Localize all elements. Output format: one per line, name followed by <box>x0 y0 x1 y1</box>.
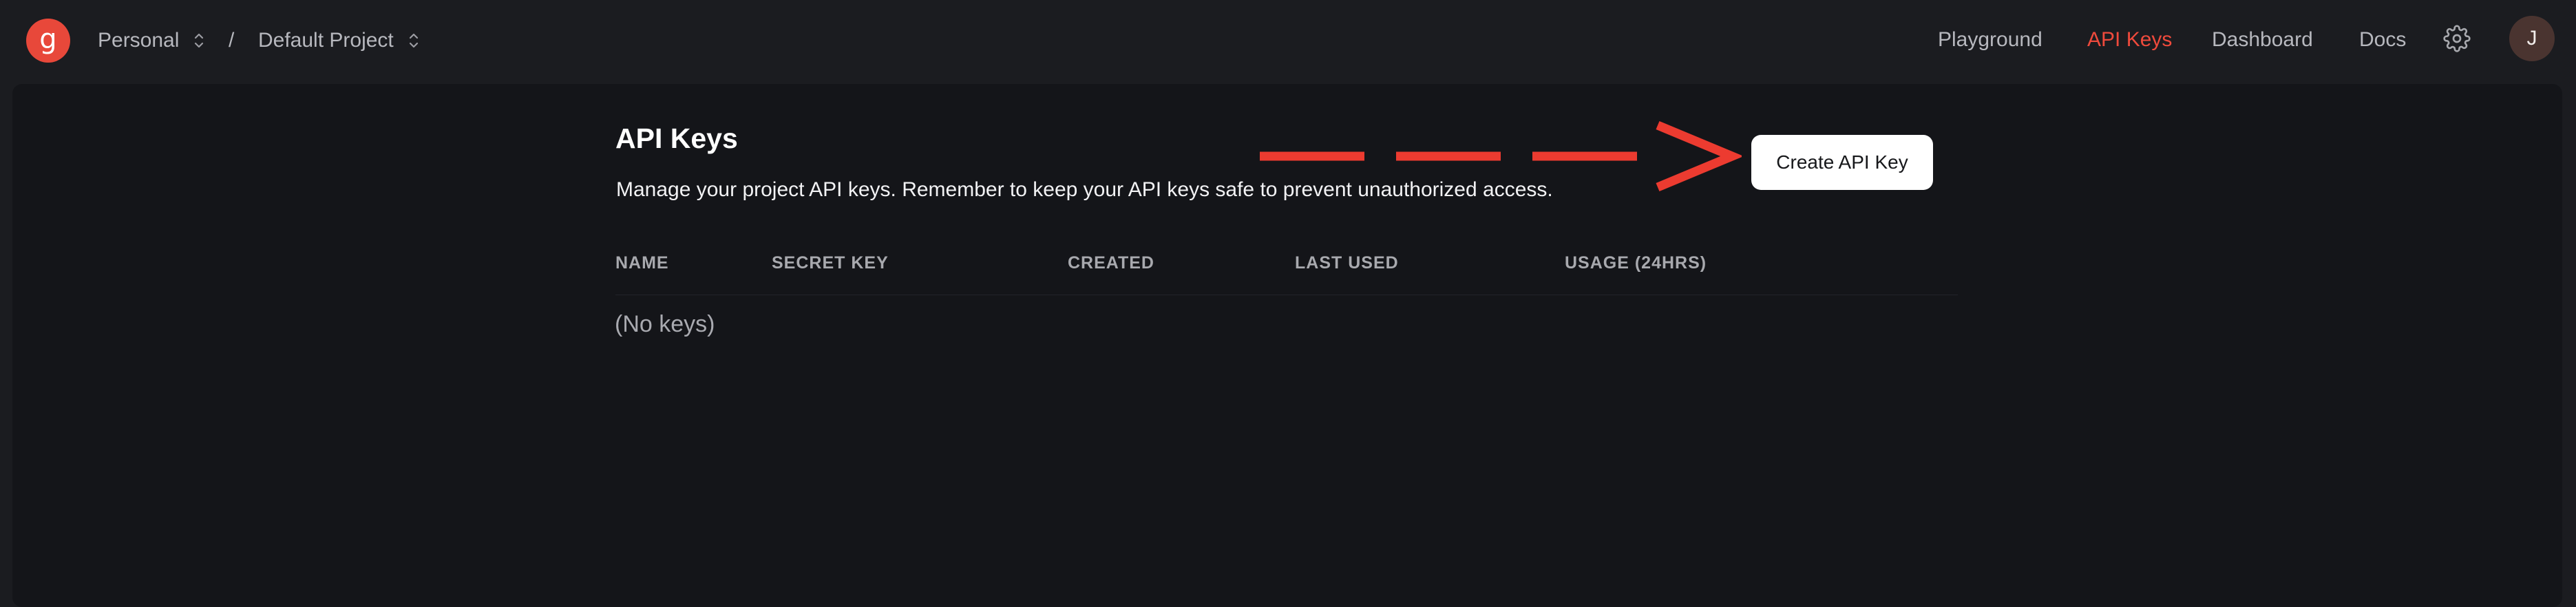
nav-link-playground[interactable]: Playground <box>1938 25 2042 55</box>
create-api-key-button[interactable]: Create API Key <box>1751 135 1933 190</box>
empty-state-text: (No keys) <box>615 311 715 337</box>
workspace-label: Personal <box>98 29 180 52</box>
project-switcher[interactable]: Default Project <box>258 26 420 55</box>
column-header-created: CREATED <box>1068 253 1154 273</box>
nav-link-api-keys[interactable]: API Keys <box>2087 25 2172 55</box>
breadcrumb-separator: / <box>229 29 235 52</box>
chevron-up-down-icon <box>193 30 205 51</box>
brand-logo-icon[interactable]: g <box>26 19 70 63</box>
chevron-up-down-icon <box>408 30 420 51</box>
avatar-initial: J <box>2526 27 2537 50</box>
column-header-name: NAME <box>615 253 669 273</box>
user-avatar[interactable]: J <box>2509 16 2555 61</box>
nav-link-dashboard[interactable]: Dashboard <box>2212 25 2313 55</box>
nav-link-docs[interactable]: Docs <box>2359 25 2406 55</box>
project-label: Default Project <box>258 29 394 52</box>
logo-glyph: g <box>39 23 57 55</box>
annotation-arrow-icon <box>1260 121 1742 191</box>
page-title: API Keys <box>615 123 738 154</box>
column-header-last-used: LAST USED <box>1295 253 1399 273</box>
top-navigation-bar: g Personal / Default Project Playground … <box>0 0 2576 83</box>
gear-icon[interactable] <box>2443 25 2471 52</box>
column-header-usage: USAGE (24HRS) <box>1565 253 1707 273</box>
column-header-secret-key: SECRET KEY <box>772 253 889 273</box>
workspace-switcher[interactable]: Personal <box>98 26 205 55</box>
